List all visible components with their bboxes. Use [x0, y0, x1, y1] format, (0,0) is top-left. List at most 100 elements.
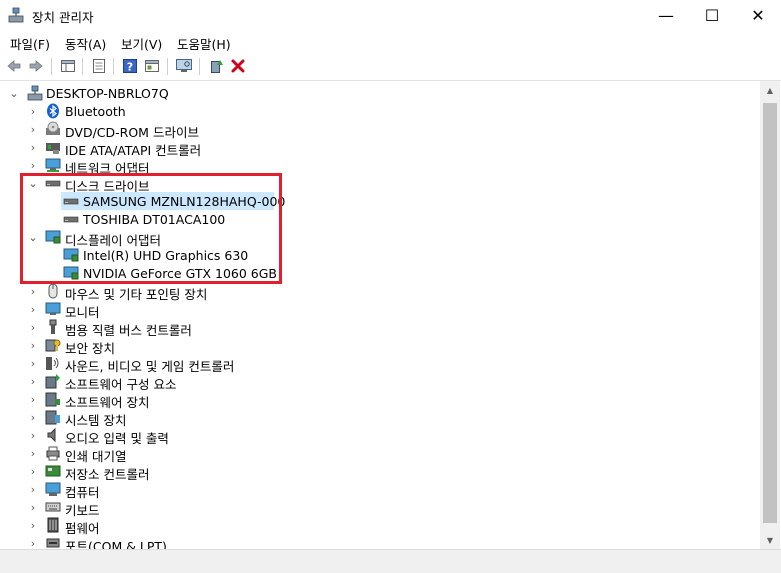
toolbar: ?: [0, 53, 781, 81]
category-label: Bluetooth: [65, 104, 126, 119]
tree-category-usb[interactable]: › 범용 직렬 버스 컨트롤러: [1, 318, 759, 338]
expand-chevron-icon[interactable]: ›: [28, 120, 38, 138]
expand-chevron-icon[interactable]: ›: [28, 156, 38, 174]
expand-chevron-icon[interactable]: ›: [28, 102, 38, 120]
expand-chevron-icon[interactable]: ›: [28, 498, 38, 516]
scroll-down-icon[interactable]: ▼: [760, 531, 780, 549]
system-device-icon: [45, 410, 60, 425]
menu-action[interactable]: 동작(A): [65, 34, 106, 53]
mouse-icon: [48, 283, 58, 299]
device-tree[interactable]: ⌄ DESKTOP-NBRLO7Q › Bluetooth › DVD/CD-R…: [1, 81, 759, 549]
expand-chevron-icon[interactable]: ›: [28, 462, 38, 480]
title-bar: 장치 관리자 — ☐ ✕: [0, 0, 781, 31]
tree-category-software-devices[interactable]: › 소프트웨어 장치: [1, 390, 759, 410]
tree-category-network[interactable]: › 네트워크 어댑터: [1, 156, 759, 176]
toolbar-separator: [199, 58, 200, 75]
expand-chevron-icon[interactable]: ›: [28, 282, 38, 300]
expand-chevron-icon[interactable]: ›: [28, 516, 38, 534]
scroll-up-icon[interactable]: ▲: [760, 81, 780, 99]
tree-category-keyboard[interactable]: › 키보드: [1, 498, 759, 519]
details-view-button[interactable]: [143, 57, 161, 75]
port-icon: [46, 538, 60, 548]
tree-category-storage-controllers[interactable]: › 저장소 컨트롤러: [1, 462, 759, 483]
expand-chevron-icon[interactable]: ›: [28, 444, 38, 462]
expand-chevron-icon[interactable]: ›: [28, 354, 38, 372]
category-label: 포트(COM & LPT): [65, 539, 167, 549]
uninstall-icon: [231, 59, 245, 73]
list-view-button[interactable]: [90, 57, 108, 75]
properties-pane-icon: [61, 60, 75, 72]
monitor-scan-icon: [176, 59, 192, 72]
help-button[interactable]: ?: [121, 57, 139, 75]
status-bar: [0, 549, 781, 573]
tree-category-sound[interactable]: › 사운드, 비디오 및 게임 컨트롤러: [1, 354, 759, 375]
help-icon: ?: [123, 59, 137, 74]
close-button[interactable]: ✕: [735, 0, 781, 31]
uninstall-device-button[interactable]: [229, 57, 247, 75]
toolbar-separator: [51, 58, 52, 75]
tree-category-software-components[interactable]: › 소프트웨어 구성 요소: [1, 372, 759, 392]
expand-chevron-icon[interactable]: ›: [28, 408, 38, 426]
close-icon: ✕: [751, 6, 765, 25]
device-manager-icon: [8, 7, 24, 23]
keyboard-icon: [45, 502, 61, 512]
minimize-button[interactable]: —: [643, 0, 689, 31]
update-driver-icon: [211, 60, 223, 73]
expand-chevron-icon[interactable]: ›: [28, 534, 38, 550]
print-queue-icon: [46, 446, 60, 461]
firmware-icon: [47, 517, 59, 533]
sound-icon: [46, 357, 59, 370]
maximize-icon: ☐: [704, 6, 720, 25]
expand-chevron-icon[interactable]: ›: [28, 372, 38, 390]
expand-chevron-icon[interactable]: ›: [28, 480, 38, 498]
scrollbar-thumb[interactable]: [763, 103, 777, 523]
software-component-icon: [45, 374, 60, 389]
back-icon: [7, 60, 21, 72]
menu-file[interactable]: 파일(F): [10, 34, 50, 53]
minimize-icon: —: [658, 6, 674, 25]
tree-category-print-queue[interactable]: › 인쇄 대기열: [1, 444, 759, 464]
tree-category-bluetooth[interactable]: › Bluetooth: [1, 102, 759, 120]
bluetooth-icon: [47, 103, 59, 119]
tree-category-ports[interactable]: › 포트(COM & LPT): [1, 534, 759, 550]
usb-icon: [49, 319, 57, 334]
expand-chevron-icon[interactable]: ›: [28, 318, 38, 336]
software-device-icon: [45, 392, 60, 407]
svg-text:?: ?: [127, 61, 133, 74]
expand-chevron-icon[interactable]: ›: [28, 336, 38, 354]
update-driver-button[interactable]: [207, 57, 225, 75]
menu-view[interactable]: 보기(V): [121, 34, 162, 53]
tree-category-computer[interactable]: › 컴퓨터: [1, 480, 759, 500]
toolbar-separator: [167, 58, 168, 75]
expand-chevron-icon[interactable]: ›: [28, 300, 38, 318]
tree-category-mouse[interactable]: › 마우스 및 기타 포인팅 장치: [1, 282, 759, 302]
collapse-chevron-icon[interactable]: ⌄: [9, 84, 19, 102]
back-button[interactable]: [5, 57, 23, 75]
list-view-icon: [93, 59, 105, 73]
vertical-scrollbar[interactable]: ▲ ▼: [760, 81, 780, 549]
expand-chevron-icon[interactable]: ›: [28, 390, 38, 408]
toolbar-separator: [82, 58, 83, 75]
monitor-icon: [45, 302, 61, 315]
dvd-drive-icon: [46, 121, 60, 135]
expand-chevron-icon[interactable]: ›: [28, 426, 38, 444]
expand-chevron-icon[interactable]: ›: [28, 138, 38, 156]
properties-pane-button[interactable]: [59, 57, 77, 75]
tree-category-system-devices[interactable]: › 시스템 장치: [1, 408, 759, 428]
tree-category-monitor[interactable]: › 모니터: [1, 300, 759, 320]
storage-controller-icon: [45, 465, 61, 477]
tree-category-audio-io[interactable]: › 오디오 입력 및 출력: [1, 426, 759, 446]
menu-help[interactable]: 도움말(H): [177, 34, 231, 53]
forward-icon: [29, 60, 43, 72]
network-adapter-icon: [45, 158, 61, 172]
tree-category-security[interactable]: › 보안 장치: [1, 336, 759, 357]
computer-icon: [27, 85, 43, 101]
tree-category-ide[interactable]: › IDE ATA/ATAPI 컨트롤러: [1, 138, 759, 159]
maximize-button[interactable]: ☐: [689, 0, 735, 31]
scan-hardware-button[interactable]: [175, 57, 193, 75]
forward-button[interactable]: [27, 57, 45, 75]
tree-category-firmware[interactable]: › 펌웨어: [1, 516, 759, 536]
tree-root-node[interactable]: ⌄ DESKTOP-NBRLO7Q: [1, 84, 759, 102]
computer-icon: [45, 482, 61, 496]
tree-category-dvd[interactable]: › DVD/CD-ROM 드라이브: [1, 120, 759, 140]
